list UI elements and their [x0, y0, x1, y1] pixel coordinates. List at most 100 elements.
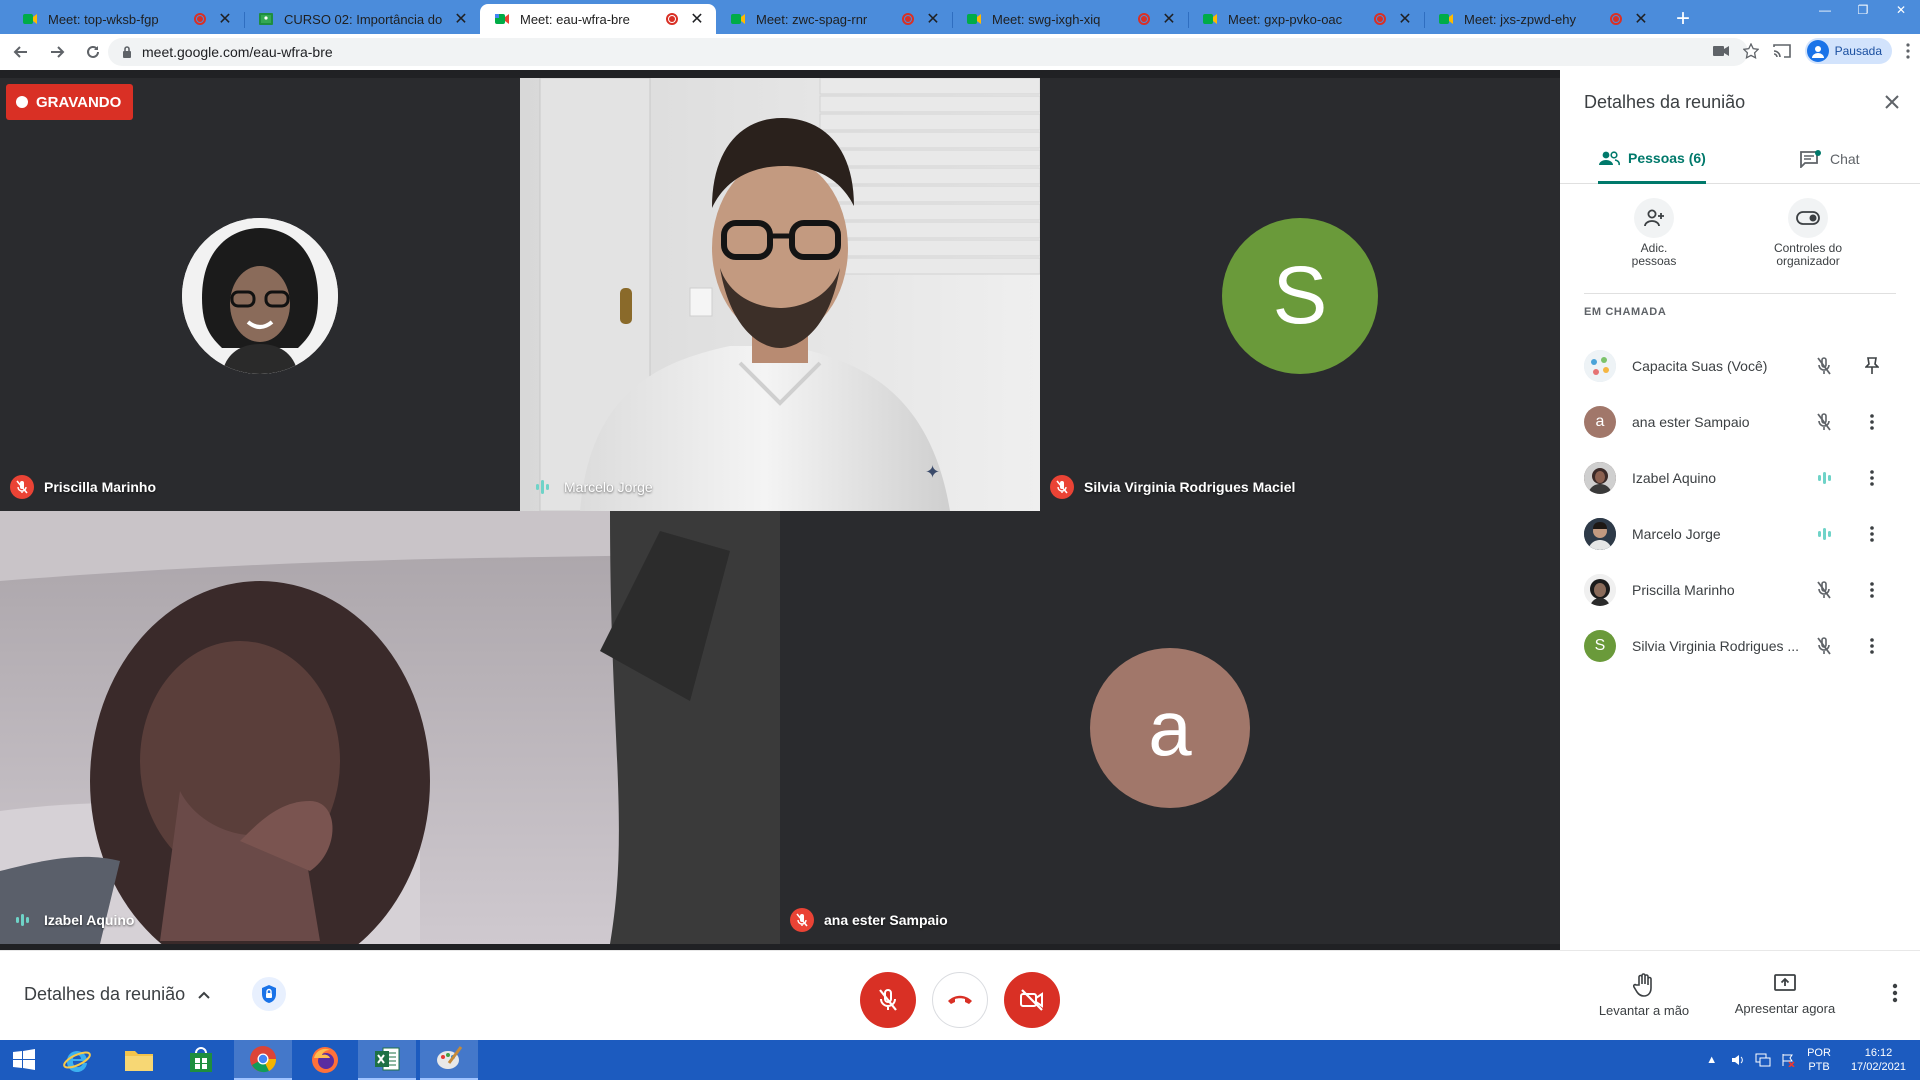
tab-title: Meet: jxs-zpwd-ehy — [1464, 11, 1576, 27]
participants-list: Capacita Suas (Você) a ana ester Sampaio — [1560, 338, 1920, 674]
more-vert-icon — [1870, 470, 1874, 486]
participant-name: Capacita Suas (Você) — [1632, 358, 1768, 374]
tab-people[interactable]: Pessoas (6) — [1598, 134, 1706, 184]
minimize-window-icon[interactable]: — — [1806, 0, 1844, 20]
input-language[interactable]: POR PTB — [1807, 1046, 1831, 1074]
close-window-icon[interactable]: ✕ — [1882, 0, 1920, 20]
taskbar-internet-explorer[interactable] — [48, 1040, 106, 1080]
participant-name: Priscilla Marinho — [10, 475, 156, 499]
close-panel-button[interactable] — [1880, 90, 1904, 114]
chat-icon — [1800, 150, 1821, 168]
close-tab-icon[interactable]: ✕ — [924, 9, 942, 29]
close-tab-icon[interactable]: ✕ — [452, 9, 470, 29]
taskbar-excel[interactable] — [358, 1040, 416, 1080]
tab-people-label: Pessoas (6) — [1628, 149, 1706, 166]
more-options-button[interactable] — [1860, 410, 1884, 434]
camera-in-use-icon[interactable] — [1712, 45, 1729, 57]
host-controls-button[interactable]: Controles do organizador — [1738, 198, 1878, 268]
chrome-menu-icon[interactable] — [1906, 43, 1910, 59]
meet-icon — [1439, 14, 1453, 24]
close-tab-icon[interactable]: ✕ — [1160, 9, 1178, 29]
participant-tile-silvia[interactable]: S Silvia Virginia Rodrigues Maciel — [1040, 78, 1560, 511]
participant-video — [0, 511, 780, 944]
videocam-off-icon — [1020, 989, 1043, 1011]
tab-title: Meet: gxp-pvko-oac — [1228, 11, 1343, 27]
cast-icon[interactable] — [1772, 44, 1791, 58]
bookmark-star-icon[interactable] — [1742, 43, 1759, 59]
notification-flag-icon[interactable] — [1781, 1053, 1795, 1067]
present-screen-icon — [1774, 974, 1796, 991]
taskbar-file-explorer[interactable] — [110, 1040, 168, 1080]
participant-avatar — [1584, 518, 1616, 550]
start-button[interactable] — [0, 1040, 48, 1080]
language-code: POR — [1807, 1047, 1831, 1059]
profile-button[interactable]: Pausada — [1804, 38, 1892, 64]
browser-tab-3[interactable]: Meet: eau-wfra-bre ✕ — [480, 4, 716, 34]
taskbar-store[interactable] — [172, 1040, 230, 1080]
browser-tab-7[interactable]: Meet: jxs-zpwd-ehy ✕ — [1424, 4, 1660, 34]
participant-tile-marcelo[interactable]: ✦ Marcelo Jorge — [520, 78, 1040, 511]
browser-tab-6[interactable]: Meet: gxp-pvko-oac ✕ — [1188, 4, 1424, 34]
more-options-button[interactable] — [1892, 983, 1898, 1008]
participant-name: ana ester Sampaio — [1632, 414, 1750, 430]
shield-lock-icon — [262, 985, 276, 1003]
omnibox[interactable]: meet.google.com/eau-wfra-bre — [108, 38, 1748, 66]
list-item[interactable]: Priscilla Marinho — [1560, 562, 1920, 618]
taskbar-clock[interactable]: 16:12 17/02/2021 — [1851, 1046, 1906, 1074]
pin-button[interactable] — [1860, 354, 1884, 378]
participant-tile-ana[interactable]: a ana ester Sampaio — [780, 511, 1560, 944]
url-text: meet.google.com/eau-wfra-bre — [142, 44, 333, 60]
restore-window-icon[interactable]: ❐ — [1844, 0, 1882, 20]
new-tab-button[interactable]: + — [1666, 4, 1700, 34]
list-item[interactable]: Izabel Aquino — [1560, 450, 1920, 506]
internet-explorer-icon — [63, 1051, 91, 1073]
toggle-mic-button[interactable] — [860, 972, 916, 1028]
taskbar-firefox[interactable] — [296, 1040, 354, 1080]
leave-call-button[interactable] — [932, 972, 988, 1028]
participant-tile-priscilla[interactable]: GRAVANDO Priscilla Marinho — [0, 78, 520, 511]
more-options-button[interactable] — [1860, 522, 1884, 546]
add-people-button[interactable]: Adic. pessoas — [1584, 198, 1724, 268]
more-options-button[interactable] — [1860, 578, 1884, 602]
mic-off-icon — [1812, 410, 1836, 434]
lock-icon — [123, 46, 131, 58]
list-item[interactable]: Capacita Suas (Você) — [1560, 338, 1920, 394]
volume-icon[interactable] — [1731, 1053, 1745, 1067]
close-tab-icon[interactable]: ✕ — [688, 9, 706, 29]
close-tab-icon[interactable]: ✕ — [216, 9, 234, 29]
present-now-label: Apresentar agora — [1734, 1001, 1836, 1016]
mic-off-icon — [879, 989, 897, 1011]
list-item[interactable]: a ana ester Sampaio — [1560, 394, 1920, 450]
list-item[interactable]: Marcelo Jorge — [1560, 506, 1920, 562]
participant-avatar — [1584, 350, 1616, 382]
hand-icon — [1633, 973, 1652, 997]
present-now-button[interactable]: Apresentar agora — [1730, 973, 1840, 1016]
browser-tab-1[interactable]: Meet: top-wksb-fgp ✕ — [8, 4, 244, 34]
meeting-details-button[interactable]: Detalhes da reunião — [24, 984, 211, 1005]
browser-tab-4[interactable]: Meet: zwc-spag-rnr ✕ — [716, 4, 952, 34]
participant-tile-izabel[interactable]: Izabel Aquino — [0, 511, 780, 944]
close-tab-icon[interactable]: ✕ — [1396, 9, 1414, 29]
show-hidden-icons-icon[interactable]: ▲ — [1706, 1054, 1717, 1066]
taskbar-chrome[interactable] — [234, 1040, 292, 1080]
close-tab-icon[interactable]: ✕ — [1632, 9, 1650, 29]
close-icon — [1885, 95, 1899, 109]
toggle-camera-button[interactable] — [1004, 972, 1060, 1028]
list-item[interactable]: S Silvia Virginia Rodrigues ... — [1560, 618, 1920, 674]
network-icon[interactable] — [1755, 1053, 1771, 1067]
reload-button[interactable] — [78, 37, 108, 67]
back-button[interactable] — [6, 37, 36, 67]
host-controls-shield-button[interactable] — [252, 977, 286, 1011]
taskbar-paint[interactable] — [420, 1040, 478, 1080]
more-options-button[interactable] — [1860, 634, 1884, 658]
recording-indicator-icon — [194, 13, 206, 25]
browser-tab-2[interactable]: CURSO 02: Importância do plane ✕ — [244, 4, 480, 34]
forward-button[interactable] — [42, 37, 72, 67]
tab-chat[interactable]: Chat — [1800, 134, 1860, 184]
raise-hand-button[interactable]: Levantar a mão — [1594, 973, 1694, 1018]
tab-title: Meet: zwc-spag-rnr — [756, 11, 868, 27]
window-controls: — ❐ ✕ — [1806, 0, 1920, 20]
participant-name: ana ester Sampaio — [790, 908, 948, 932]
more-options-button[interactable] — [1860, 466, 1884, 490]
browser-tab-5[interactable]: Meet: swg-ixgh-xiq ✕ — [952, 4, 1188, 34]
